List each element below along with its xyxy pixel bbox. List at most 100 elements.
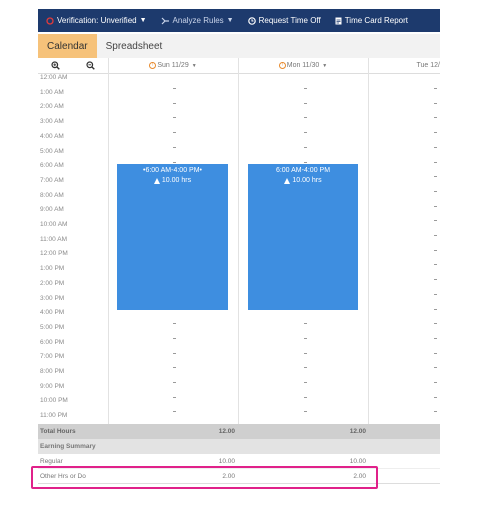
hour-dash (173, 411, 176, 413)
time-card-report-label: Time Card Report (344, 16, 408, 25)
time-label: 5:00 AM (40, 147, 64, 155)
hour-dash (434, 367, 437, 369)
time-label: 11:00 AM (40, 235, 67, 243)
hour-dash (173, 102, 176, 104)
hour-dash (434, 88, 437, 89)
hour-dash (434, 102, 437, 104)
warning-triangle-icon (284, 177, 291, 184)
time-label: 10:00 PM (40, 397, 68, 405)
verification-dropdown[interactable]: Verification: Unverified ▼ (46, 16, 147, 25)
verification-circle-icon (46, 16, 54, 25)
chevron-down-icon: ▼ (322, 62, 328, 69)
hour-dash (434, 161, 437, 163)
time-label: 9:00 AM (40, 206, 64, 214)
time-label: 8:00 AM (40, 191, 64, 199)
zoom-out-icon[interactable] (86, 61, 95, 70)
hour-dash (304, 88, 307, 89)
hour-dash (173, 161, 176, 163)
hour-dash (434, 220, 437, 222)
hour-dash (304, 337, 307, 339)
shift-hours: 10.00 hrs (292, 177, 322, 184)
analyze-rules-label: Analyze Rules (172, 16, 224, 25)
day-header-mon[interactable]: ! Mon 11/30 ▼ (238, 58, 368, 74)
chevron-down-icon: ▼ (139, 17, 147, 24)
hour-dash (434, 205, 437, 207)
hour-dash (304, 352, 307, 354)
shift-block[interactable]: 6:00 AM-4:00 PM 10.00 hrs (248, 164, 358, 310)
hour-dash (434, 382, 437, 383)
clock-icon (247, 16, 256, 25)
time-label: 2:00 AM (40, 103, 64, 111)
top-toolbar: Verification: Unverified ▼ Analyze Rules… (38, 9, 440, 32)
hour-dash (173, 382, 176, 383)
time-label: 7:00 AM (40, 176, 64, 184)
hour-dash (434, 337, 437, 339)
shift-hours-row: 10.00 hrs (117, 177, 228, 184)
hour-dash (173, 396, 176, 398)
time-label: 8:00 PM (40, 368, 65, 375)
shift-block[interactable]: •6:00 AM-4:00 PM• 10.00 hrs (117, 164, 228, 310)
warning-triangle-icon (153, 177, 160, 184)
shift-hours: 10.00 hrs (161, 177, 192, 184)
tab-spreadsheet[interactable]: Spreadsheet (97, 34, 172, 58)
day-header-tue[interactable]: Tue 12/ (368, 58, 440, 74)
request-time-off-label: Request Time Off (258, 16, 321, 25)
time-card-report-button[interactable]: Time Card Report (335, 16, 408, 25)
total-hours-row: Total Hours 12.00 12.00 (38, 424, 440, 439)
total-hours-sun: 12.00 (218, 428, 235, 435)
hour-dash (173, 117, 176, 119)
earning-summary-row: Earning Summary (38, 439, 440, 454)
time-label: 2:00 PM (40, 279, 65, 287)
hour-dash (434, 293, 437, 295)
request-time-off-button[interactable]: Request Time Off (247, 16, 321, 25)
time-label: 4:00 PM (40, 309, 65, 317)
warning-icon: ! (149, 62, 157, 69)
hour-dash (173, 323, 176, 325)
grid-divider (368, 58, 369, 424)
hour-dash (304, 117, 307, 119)
hour-dash (434, 411, 437, 413)
hour-dash (304, 396, 307, 398)
warning-icon: ! (278, 62, 286, 69)
regular-mon: 10.00 (349, 457, 366, 465)
time-label: 1:00 AM (40, 88, 64, 96)
hour-dash (434, 235, 437, 236)
hour-dash (304, 382, 307, 383)
time-label: 12:00 AM (40, 74, 68, 81)
day-header-label: Tue 12/ (416, 62, 440, 69)
hour-dash (434, 279, 437, 281)
time-label: 9:00 PM (40, 382, 65, 390)
total-hours-label: Total Hours (40, 428, 76, 435)
highlight-box (31, 466, 378, 489)
time-label: 3:00 AM (40, 118, 64, 126)
regular-label: Regular (40, 457, 63, 465)
time-label: 4:00 AM (40, 132, 64, 140)
view-tabs: Calendar Spreadsheet (38, 34, 440, 58)
zoom-in-icon[interactable] (51, 61, 60, 70)
verification-label: Verification: Unverified (57, 16, 137, 25)
hour-dash (434, 117, 437, 119)
hour-dash (173, 337, 176, 339)
hour-dash (434, 323, 437, 325)
hour-dash (434, 352, 437, 354)
analyze-rules-dropdown[interactable]: Analyze Rules ▼ (161, 16, 234, 25)
shift-time: •6:00 AM-4:00 PM• (143, 167, 202, 174)
tab-calendar[interactable]: Calendar (38, 34, 97, 58)
grid-divider (238, 58, 239, 424)
time-label: 12:00 PM (40, 250, 68, 258)
time-label: 3:00 PM (40, 294, 65, 302)
hour-dash (173, 88, 176, 89)
chevron-down-icon: ▼ (191, 62, 197, 69)
hour-dash (173, 352, 176, 354)
day-header-sun[interactable]: ! Sun 11/29 ▼ (108, 58, 238, 74)
hour-dash (434, 132, 437, 134)
time-label: 6:00 PM (40, 338, 65, 346)
document-icon (335, 17, 342, 24)
hour-dash (304, 411, 307, 413)
day-header-label: Mon 11/30 (286, 62, 320, 69)
earning-summary-label: Earning Summary (40, 443, 96, 450)
analyze-icon (161, 17, 169, 24)
total-hours-mon: 12.00 (349, 428, 366, 435)
time-label: 10:00 AM (40, 221, 68, 228)
chevron-down-icon: ▼ (226, 17, 234, 24)
